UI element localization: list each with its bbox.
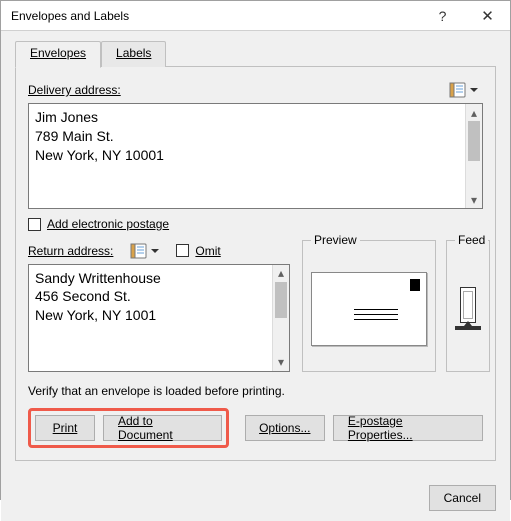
button-row: Print Add to Document Options... E-posta… — [28, 408, 483, 448]
delivery-label-row: Delivery address: — [28, 79, 483, 101]
tabstrip: Envelopes Labels — [15, 41, 496, 67]
return-scrollbar[interactable]: ▴ ▾ — [272, 265, 289, 371]
delivery-address-text: Jim Jones 789 Main St. New York, NY 1000… — [29, 104, 465, 208]
stamp-icon — [410, 279, 420, 291]
return-header: Return address: — [28, 240, 290, 262]
add-electronic-postage-checkbox[interactable]: Add electronic postage — [28, 217, 169, 231]
address-book-icon — [449, 82, 467, 98]
close-button[interactable]: ✕ — [465, 1, 510, 31]
return-address-field[interactable]: Sandy Writtenhouse 456 Second St. New Yo… — [28, 264, 290, 372]
dialog-footer: Cancel — [1, 475, 510, 521]
feed-preview-icon — [455, 287, 481, 330]
return-column: Return address: — [28, 240, 290, 372]
chevron-down-icon — [151, 249, 159, 253]
checkbox-box — [176, 244, 189, 257]
scroll-up-icon[interactable]: ▴ — [273, 265, 289, 282]
highlight-box: Print Add to Document — [28, 408, 229, 448]
address-book-icon — [130, 243, 148, 259]
scroll-down-icon[interactable]: ▾ — [273, 354, 289, 371]
checkbox-box — [28, 218, 41, 231]
scroll-down-icon[interactable]: ▾ — [466, 191, 482, 208]
add-to-document-button[interactable]: Add to Document — [103, 415, 222, 441]
help-button[interactable]: ? — [420, 1, 465, 31]
return-address-text: Sandy Writtenhouse 456 Second St. New Yo… — [29, 265, 272, 371]
envelope-preview-icon — [311, 272, 427, 346]
dialog-content: Envelopes Labels Delivery address: — [1, 31, 510, 475]
omit-checkbox[interactable]: Omit — [176, 244, 220, 258]
envelopes-pane: Delivery address: — [15, 67, 496, 461]
scroll-thumb[interactable] — [275, 282, 287, 318]
titlebar: Envelopes and Labels ? ✕ — [1, 1, 510, 31]
return-address-label: Return address: — [28, 244, 113, 258]
delivery-address-field[interactable]: Jim Jones 789 Main St. New York, NY 1000… — [28, 103, 483, 209]
right-column: Preview Feed — [302, 240, 490, 372]
chevron-down-icon — [470, 88, 478, 92]
dialog-title: Envelopes and Labels — [11, 9, 420, 23]
feed-label: Feed — [455, 233, 488, 247]
preview-group[interactable]: Preview — [302, 240, 436, 372]
delivery-address-box: Jim Jones 789 Main St. New York, NY 1000… — [28, 103, 483, 209]
add-electronic-postage-label: Add electronic postage — [47, 217, 169, 231]
envelopes-labels-dialog: Envelopes and Labels ? ✕ Envelopes Label… — [0, 0, 511, 500]
mid-row: Return address: — [28, 240, 483, 372]
feed-group[interactable]: Feed — [446, 240, 490, 372]
scroll-up-icon[interactable]: ▴ — [466, 104, 482, 121]
cancel-button[interactable]: Cancel — [429, 485, 496, 511]
return-address-book-button[interactable] — [125, 240, 164, 262]
delivery-address-label: Delivery address: — [28, 83, 121, 97]
delivery-address-book-button[interactable] — [444, 79, 483, 101]
return-address-box: Sandy Writtenhouse 456 Second St. New Yo… — [28, 264, 290, 372]
verify-text: Verify that an envelope is loaded before… — [28, 384, 483, 398]
address-lines-icon — [354, 309, 398, 324]
tab-envelopes[interactable]: Envelopes — [15, 41, 101, 68]
omit-label: Omit — [195, 244, 220, 258]
print-button[interactable]: Print — [35, 415, 95, 441]
options-button[interactable]: Options... — [245, 415, 325, 441]
preview-label: Preview — [311, 233, 360, 247]
scroll-thumb[interactable] — [468, 121, 480, 161]
epostage-properties-button[interactable]: E-postage Properties... — [333, 415, 483, 441]
tab-labels[interactable]: Labels — [101, 41, 166, 67]
delivery-scrollbar[interactable]: ▴ ▾ — [465, 104, 482, 208]
